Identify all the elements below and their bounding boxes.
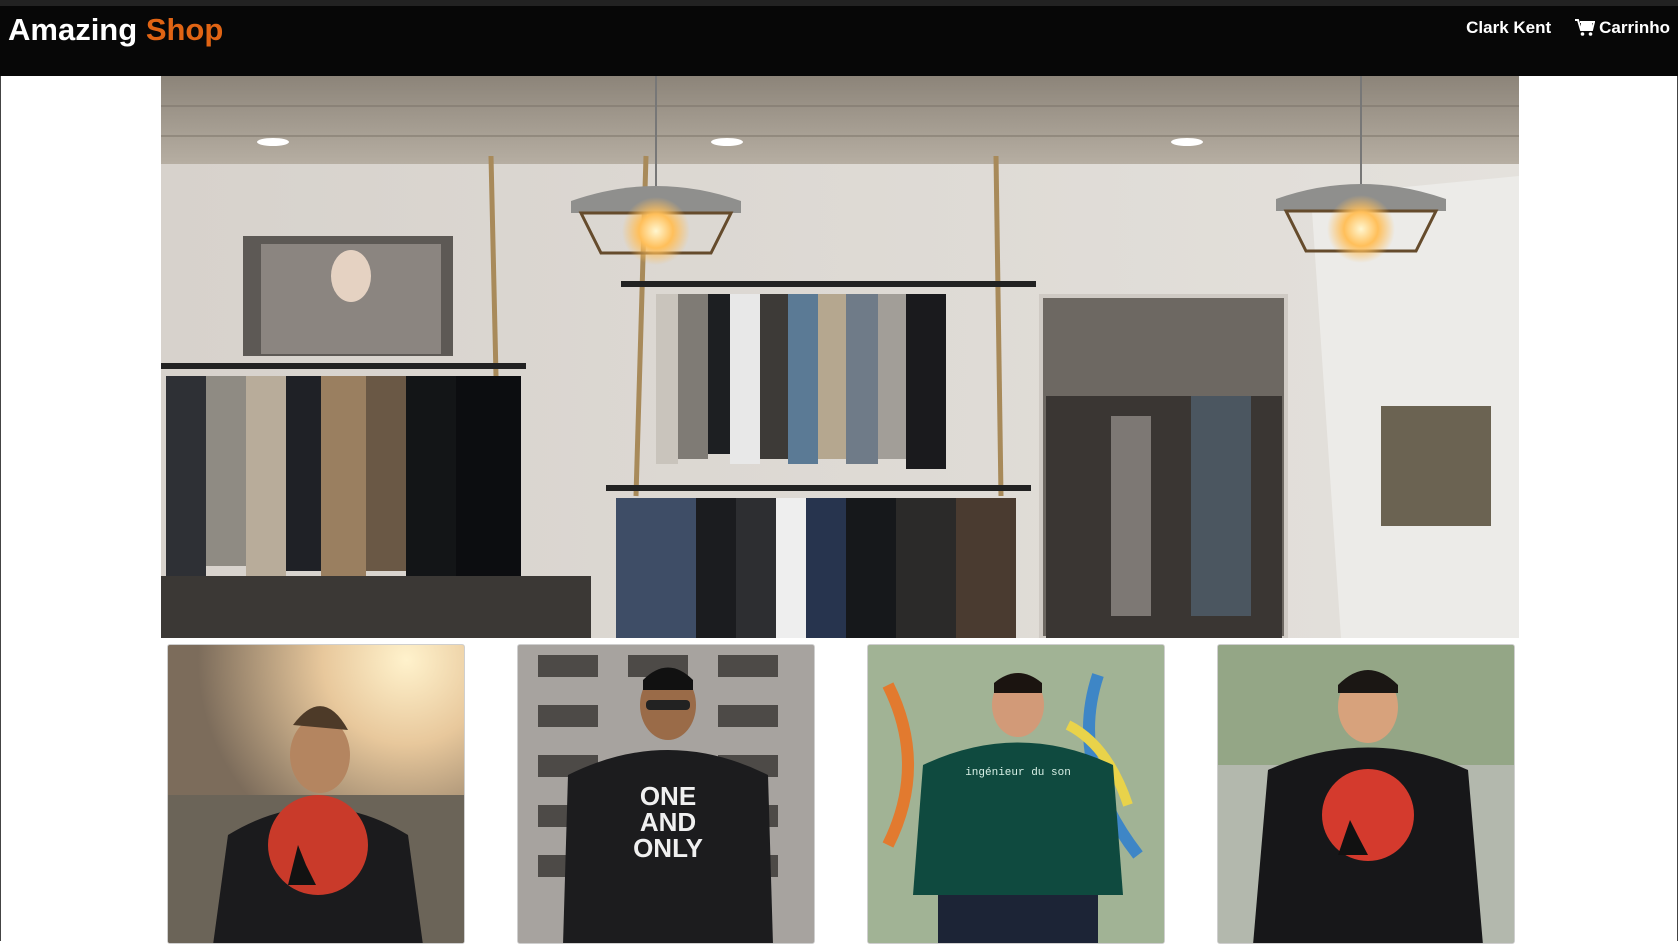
user-link[interactable]: Clark Kent	[1466, 18, 1551, 38]
shirt-text-line-3: ONLY	[633, 833, 703, 863]
navbar: Amazing Shop Clark Kent Carrinho	[0, 0, 1678, 76]
product-card[interactable]: ONE AND ONLY	[517, 644, 815, 944]
brand-name-first: Amazing	[8, 12, 138, 47]
shirt-text: ingénieur du son	[965, 767, 1071, 779]
product-image: ONE AND ONLY	[518, 645, 814, 943]
product-image: ingénieur du son	[868, 645, 1164, 943]
product-card[interactable]	[167, 644, 465, 944]
product-image	[168, 645, 464, 943]
product-card[interactable]	[1217, 644, 1515, 944]
cart-icon	[1575, 19, 1596, 36]
cart-label: Carrinho	[1599, 18, 1670, 37]
nav-right: Clark Kent Carrinho	[1466, 18, 1670, 38]
brand-name-second: Shop	[145, 12, 224, 47]
cart-link[interactable]: Carrinho	[1575, 18, 1670, 38]
product-card[interactable]: ingénieur du son	[867, 644, 1165, 944]
brand-logo[interactable]: Amazing Shop	[8, 12, 223, 48]
product-image	[1218, 645, 1514, 943]
hero-banner-image	[161, 76, 1519, 638]
